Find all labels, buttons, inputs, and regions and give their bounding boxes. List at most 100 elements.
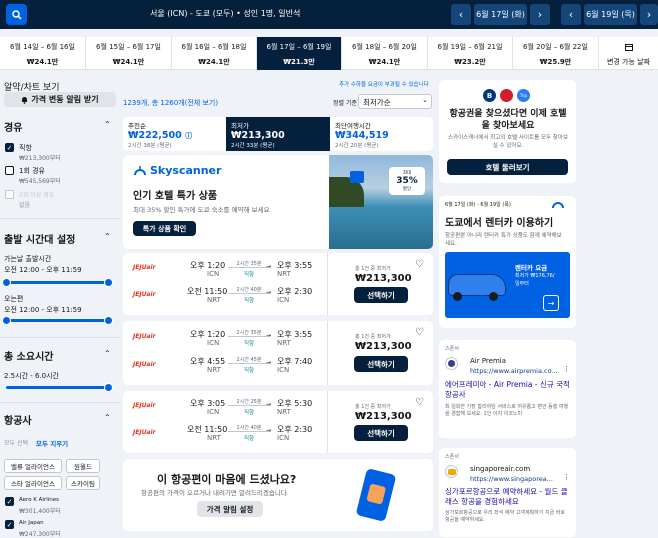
duration: 2시간 40분: [236, 425, 262, 431]
airline-checkbox[interactable]: ✓: [5, 497, 14, 506]
sponsor-description: 싱가포르항공으로 우리 좌석 예약 고객계획하기 지금 바로 항공을 예약하세요…: [445, 510, 565, 523]
select-button[interactable]: 선택하기: [354, 287, 408, 303]
return-time-label: 오는편: [4, 295, 24, 303]
tab-recommended[interactable]: 추천순 ₩222,500 ⓘ 2시간 38분 (평균): [123, 117, 226, 151]
booking-logo: B: [483, 89, 496, 102]
heart-icon[interactable]: ♡: [415, 397, 424, 408]
hotel-promo-card: B Trip 항공권을 찾으셨다면 이제 호텔을 찾아보세요 스카이스캐너에서 …: [439, 80, 576, 183]
date-option-selected[interactable]: 6월 17일 – 6월 19일 ₩21.3만: [257, 37, 342, 70]
hotel-promo-title: 항공권을 찾으셨다면 이제 호텔을 찾아보세요: [449, 109, 567, 131]
depart-next-button[interactable]: ›: [530, 4, 550, 25]
plane-icon: →: [266, 332, 272, 339]
more-options-icon[interactable]: ⋮: [563, 473, 570, 481]
date-option[interactable]: 6월 18일 – 6월 20일 ₩24.1만: [342, 37, 428, 70]
direct-label: 직항: [243, 341, 255, 347]
baggage-fee-link[interactable]: 추가 수하물 요금이 부과될 수 있습니다: [339, 80, 429, 88]
chevron-up-icon[interactable]: ⌃: [104, 232, 111, 241]
sponsored-ad[interactable]: 스폰서 singaporeair.com https://www.singapo…: [439, 448, 576, 537]
slider-handle-max[interactable]: [104, 383, 113, 392]
chevron-up-icon[interactable]: ⌃: [104, 349, 111, 358]
chevron-up-icon[interactable]: ⌃: [104, 120, 111, 129]
select-button[interactable]: 선택하기: [354, 356, 408, 372]
sponsor-name: Air Premia: [470, 357, 507, 365]
alliance-value[interactable]: 밸류 얼라이언스: [4, 459, 62, 473]
arrive-code: NRT: [277, 270, 291, 278]
outbound-time-slider[interactable]: [6, 281, 109, 284]
chevron-right-icon: ›: [646, 8, 652, 21]
browse-hotels-button[interactable]: 호텔 둘러보기: [447, 159, 568, 175]
airline-checkbox[interactable]: ✓: [5, 520, 14, 529]
car-badge-price: 최저가 ₩176,76/: [515, 273, 555, 279]
alliance-skyteam[interactable]: 스카이팀: [66, 476, 100, 490]
route-summary[interactable]: 서울 (ICN) - 도쿄 (모두) • 성인 1명, 일반석: [150, 8, 300, 19]
clear-all-link[interactable]: 모두 지우기: [36, 438, 68, 448]
flight-result-card[interactable]: JEJUair 오후 3:05 ICN 2시간 25분 → 직항 오후 5:30…: [123, 391, 433, 453]
stops-heading: 경유: [4, 123, 23, 134]
chevron-up-icon[interactable]: ⌃: [104, 413, 111, 422]
tab-fastest[interactable]: 최단여행시간 ₩344,519 2시간 20분 (평균): [330, 117, 433, 151]
heart-icon[interactable]: ♡: [415, 259, 424, 270]
more-options-icon[interactable]: ⋮: [563, 365, 570, 373]
stop-two-label: 2회 이상 경유: [19, 192, 55, 199]
sponsored-ad[interactable]: 스폰서 Air Premia https://www.airpremia.co.…: [439, 340, 576, 438]
direct-label: 직항: [243, 410, 255, 416]
sort-select[interactable]: 최저가순 ⌄: [358, 94, 432, 109]
depart-prev-button[interactable]: ‹: [451, 4, 471, 25]
duration-range: 2.5시간 - 6.0시간: [4, 372, 60, 380]
date-option[interactable]: 6월 16일 – 6월 18일 ₩24.1만: [172, 37, 257, 70]
select-all-link[interactable]: 모두 선택: [4, 438, 28, 447]
slider-handle-max[interactable]: [104, 278, 113, 287]
return-time-slider[interactable]: [6, 319, 109, 322]
flight-result-card[interactable]: JEJUair 오후 1:20 ICN 2시간 35분 → 직항 오후 3:55…: [123, 253, 433, 315]
arrow-right-icon[interactable]: →: [543, 295, 559, 311]
slider-handle-min[interactable]: [2, 278, 11, 287]
arrive-code: NRT: [277, 408, 291, 416]
sponsor-title[interactable]: 에어프레미아 - Air Premia - 신규 국적 항공사: [445, 380, 570, 400]
stop-one-price: ₩545,569부터: [19, 178, 61, 185]
ad-title: 인기 호텔 특가 상품: [133, 191, 218, 202]
price: ₩213,300: [355, 341, 412, 352]
return-next-button[interactable]: ›: [640, 4, 658, 25]
airline-name: Aero K Airlines: [19, 497, 60, 503]
route-line: [228, 336, 270, 337]
flexible-dates-button[interactable]: 변경 가능 날짜: [599, 37, 658, 70]
return-date[interactable]: 6월 19일 (목): [584, 4, 637, 25]
sponsor-url[interactable]: https://www.singaporea...: [470, 475, 553, 483]
slider-handle-min[interactable]: [2, 316, 11, 325]
set-alert-button[interactable]: 가격 알림 설정: [197, 501, 263, 517]
return-prev-button[interactable]: ‹: [561, 4, 581, 25]
flight-result-card[interactable]: JEJUair 오후 1:20 ICN 2시간 35분 → 직항 오후 3:55…: [123, 321, 433, 385]
stop-two-checkbox[interactable]: [5, 190, 14, 199]
sponsor-title[interactable]: 싱가포르항공으로 예약하세요 - 월드 클래스 항공을 경험하세요: [445, 487, 570, 507]
tab-cheapest[interactable]: 최저가 ₩213,300 2시간 33분 (평균): [226, 117, 330, 151]
date-option[interactable]: 6월 19일 – 6월 21일 ₩23.2만: [428, 37, 513, 70]
date-price-strip: 6월 14일 – 6월 16일 ₩24.1만 6월 15일 – 6월 17일 ₩24…: [0, 37, 658, 70]
car-description: 항공편뿐 아니라 렌터카 특가 상품도 함께 예약해보세요.: [445, 233, 562, 247]
sponsor-url[interactable]: https://www.airpremia.co...: [470, 367, 558, 375]
depart-date[interactable]: 6월 17일 (화): [474, 4, 527, 25]
select-button[interactable]: 선택하기: [354, 425, 408, 441]
chevron-left-icon: ‹: [458, 8, 464, 21]
plane-icon: →: [266, 263, 272, 270]
heart-icon[interactable]: ♡: [415, 327, 424, 338]
date-option[interactable]: 6월 20일 – 6월 22일 ₩25.9만: [513, 37, 599, 70]
stop-direct-checkbox[interactable]: ✓: [5, 143, 14, 152]
sponsor-description: 최 일회한 가장 합리하임 서비스로 여유롭고 편안 동행 여행을 경험해 보세…: [445, 404, 569, 417]
deal-button[interactable]: 특가 상품 확인: [133, 221, 196, 236]
results-count[interactable]: 1239개, 총 1260개(전체 보기): [123, 98, 218, 108]
chevron-right-icon: ›: [537, 8, 543, 21]
car-rental-ad[interactable]: 6월 17일 (화) - 6월 19일 (목) 도쿄에서 렌터카 이용하기 항공…: [439, 196, 576, 328]
price-alert-card: 이 항공편이 마음에 드셨나요? 항공편의 가격이 오르거나 내려가면 알려드리…: [123, 459, 433, 531]
stop-one-checkbox[interactable]: [5, 166, 14, 175]
date-option[interactable]: 6월 14일 – 6월 16일 ₩24.1만: [0, 37, 86, 70]
depart-code: NRT: [207, 366, 221, 374]
duration-slider[interactable]: [6, 386, 109, 389]
car-dates: 6월 17일 (화) - 6월 19일 (목): [445, 202, 511, 208]
price: ₩213,300: [355, 273, 412, 284]
slider-handle-max[interactable]: [104, 316, 113, 325]
alliance-oneworld[interactable]: 원월드: [66, 459, 100, 473]
search-button[interactable]: [6, 4, 27, 25]
alliance-star[interactable]: 스타 얼라이언스: [4, 476, 62, 490]
price-alert-button[interactable]: 가격 변동 알림 받기: [4, 92, 116, 107]
date-option[interactable]: 6월 15일 – 6월 17일 ₩24.1만: [86, 37, 172, 70]
